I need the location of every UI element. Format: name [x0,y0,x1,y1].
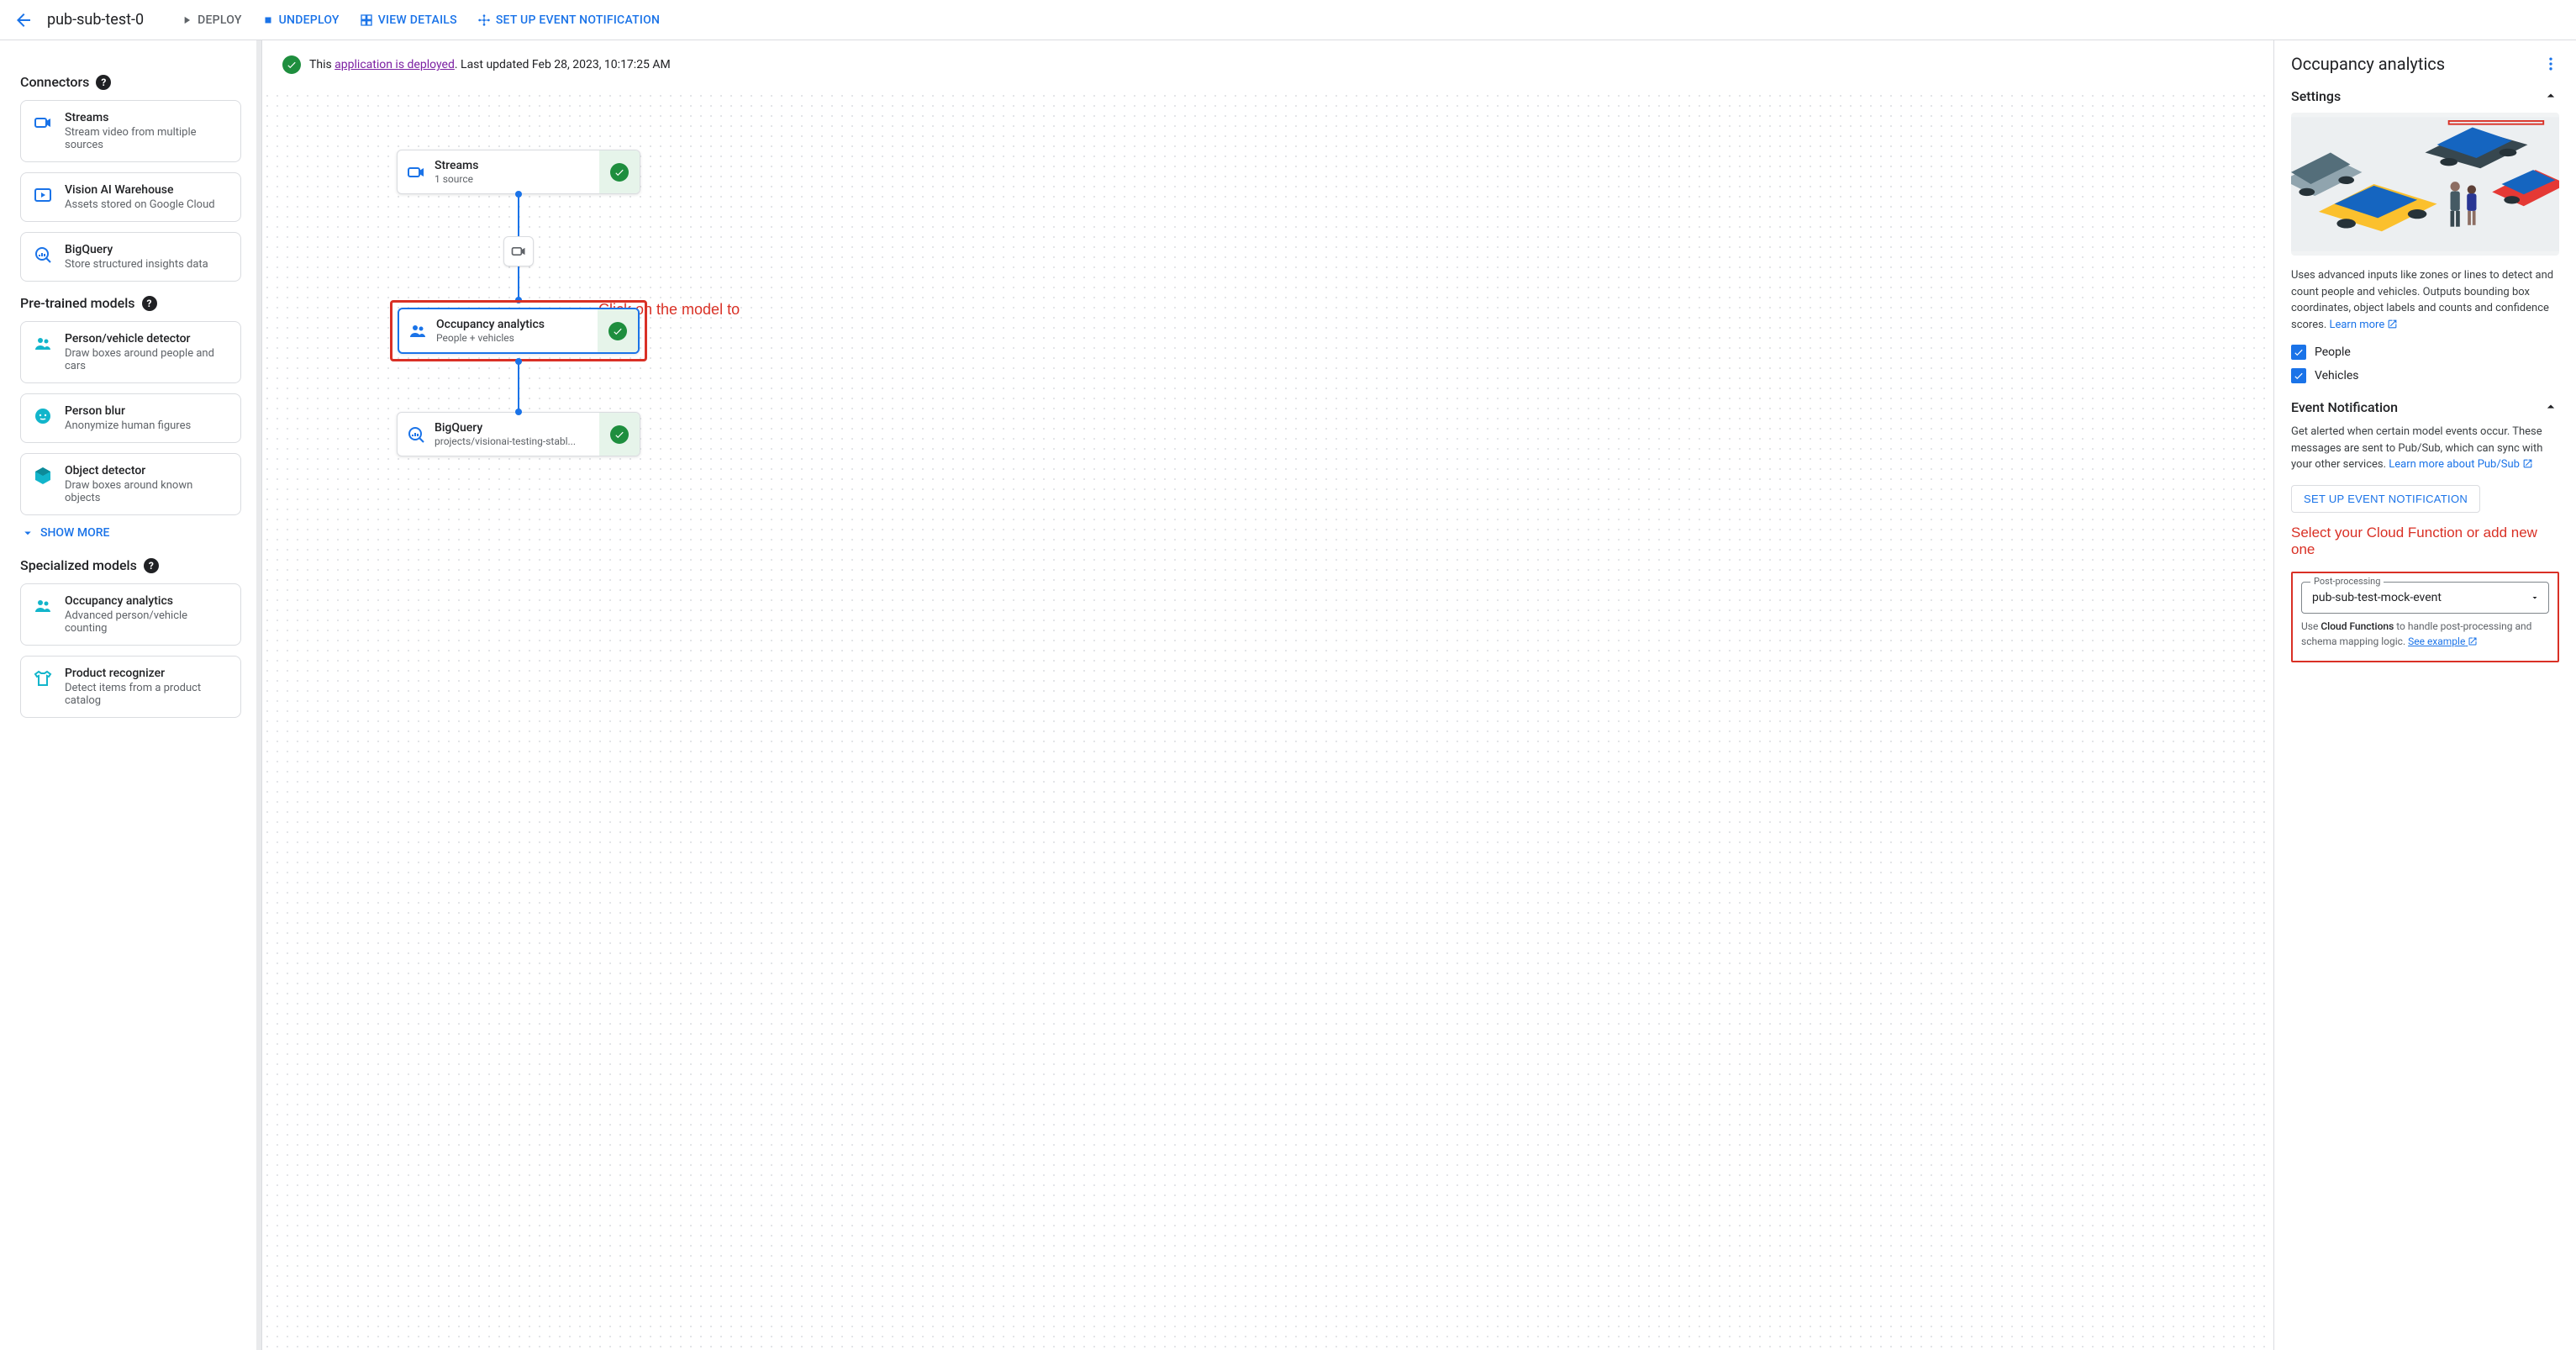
face-icon [33,406,53,426]
settings-section-toggle[interactable]: Settings [2291,87,2559,104]
illustration [2291,113,2559,256]
deploy-button[interactable]: DEPLOY [177,7,245,34]
card-title: Streams [65,111,229,124]
show-more-button[interactable]: SHOW MORE [20,525,241,541]
card-sub: Assets stored on Google Cloud [65,198,215,211]
pubsub-link[interactable]: Learn more about Pub/Sub [2389,458,2533,471]
learn-more-link[interactable]: Learn more [2329,319,2398,331]
node-title: Streams [435,159,599,172]
annotation-select-function: Select your Cloud Function or add new on… [2291,525,2559,558]
pretrained-title: Pre-trained models [20,295,135,311]
undeploy-label: UNDEPLOY [279,13,340,27]
node-status-icon [599,150,640,193]
card-title: Person blur [65,404,191,418]
setup-event-button[interactable]: SET UP EVENT NOTIFICATION [2291,485,2480,513]
shirt-icon [33,668,53,688]
settings-description: Uses advanced inputs like zones or lines… [2291,267,2559,333]
model-person-blur[interactable]: Person blurAnonymize human figures [20,393,241,443]
connector-warehouse[interactable]: Vision AI WarehouseAssets stored on Goog… [20,172,241,222]
card-sub: Store structured insights data [65,258,208,271]
view-details-label: VIEW DETAILS [378,13,457,27]
settings-title: Settings [2291,88,2341,104]
bigquery-icon [398,425,435,445]
specialized-title: Specialized models [20,557,137,573]
event-description: Get alerted when certain model events oc… [2291,424,2559,473]
node-sub: 1 source [435,173,577,185]
card-title: Person/vehicle detector [65,332,229,345]
connectors-title: Connectors [20,74,89,90]
event-title: Event Notification [2291,399,2398,415]
status-link[interactable]: application is deployed [335,58,455,71]
card-title: Vision AI Warehouse [65,183,215,197]
connector-streams[interactable]: Streams Stream video from multiple source… [20,100,241,162]
camera-icon [398,162,435,182]
chevron-up-icon [2542,398,2559,415]
node-streams[interactable]: Streams1 source [397,150,640,194]
camera-icon [33,113,53,133]
people-icon [399,321,436,341]
card-title: Object detector [65,464,229,477]
checkbox-vehicles[interactable]: Vehicles [2291,368,2559,383]
chevron-down-icon [2530,593,2540,603]
help-icon[interactable]: ? [142,296,157,311]
more-menu-button[interactable] [2542,55,2559,72]
post-processing-highlight: Post-processing pub-sub-test-mock-event … [2291,572,2559,662]
node-sub: projects/visionai-testing-stabl... [435,435,577,447]
setup-event-top-label: SET UP EVENT NOTIFICATION [496,13,660,27]
help-icon[interactable]: ? [96,75,111,90]
play-box-icon [33,185,53,205]
card-sub: Draw boxes around people and cars [65,347,229,372]
model-person-vehicle[interactable]: Person/vehicle detector Draw boxes around… [20,321,241,383]
select-label: Post-processing [2310,576,2384,587]
show-more-label: SHOW MORE [40,526,109,540]
post-processing-select[interactable]: Post-processing pub-sub-test-mock-event [2301,582,2549,614]
checkbox-icon [2291,368,2306,383]
card-sub: Detect items from a product catalog [65,682,229,707]
model-product-recognizer[interactable]: Product recognizer Detect items from a pr… [20,656,241,718]
event-section-toggle[interactable]: Event Notification [2291,398,2559,415]
select-value: pub-sub-test-mock-event [2312,591,2538,604]
checkbox-people[interactable]: People [2291,345,2559,360]
app-title: pub-sub-test-0 [47,11,144,29]
video-processor-icon[interactable] [503,236,534,266]
status-text: This application is deployed. Last updat… [309,58,671,71]
card-sub: Advanced person/vehicle counting [65,609,229,635]
card-sub: Draw boxes around known objects [65,479,229,504]
node-title: BigQuery [435,421,599,435]
view-details-button[interactable]: VIEW DETAILS [356,7,461,34]
chevron-up-icon [2542,87,2559,104]
people-icon [33,596,53,616]
node-status-icon [598,309,638,352]
deploy-label: DEPLOY [198,13,242,27]
card-sub: Stream video from multiple sources [65,126,229,151]
card-sub: Anonymize human figures [65,419,191,432]
back-button[interactable] [13,10,34,30]
card-title: BigQuery [65,243,208,256]
see-example-link[interactable]: See example [2408,635,2478,647]
checkbox-label: People [2315,345,2351,359]
model-occupancy[interactable]: Occupancy analyticsAdvanced person/vehic… [20,583,241,646]
status-check-icon [282,55,301,74]
checkbox-icon [2291,345,2306,360]
node-occupancy[interactable]: Occupancy analyticsPeople + vehicles [398,308,640,354]
setup-event-top-button[interactable]: SET UP EVENT NOTIFICATION [474,7,663,34]
connector-bigquery[interactable]: BigQuery Store structured insights data [20,232,241,282]
panel-title: Occupancy analytics [2291,54,2445,74]
people-icon [33,334,53,354]
bigquery-icon [33,245,53,265]
node-status-icon [599,413,640,456]
node-title: Occupancy analytics [436,318,598,331]
post-processing-hint: Use Cloud Functions to handle post-proce… [2301,619,2549,649]
checkbox-label: Vehicles [2315,369,2359,382]
node-sub: People + vehicles [436,332,579,344]
cube-icon [33,466,53,486]
card-title: Product recognizer [65,667,229,680]
help-icon[interactable]: ? [144,558,159,573]
model-object-detector[interactable]: Object detector Draw boxes around known o… [20,453,241,515]
card-title: Occupancy analytics [65,594,229,608]
undeploy-button[interactable]: UNDEPLOY [259,7,343,34]
node-bigquery[interactable]: BigQueryprojects/visionai-testing-stabl.… [397,412,640,456]
